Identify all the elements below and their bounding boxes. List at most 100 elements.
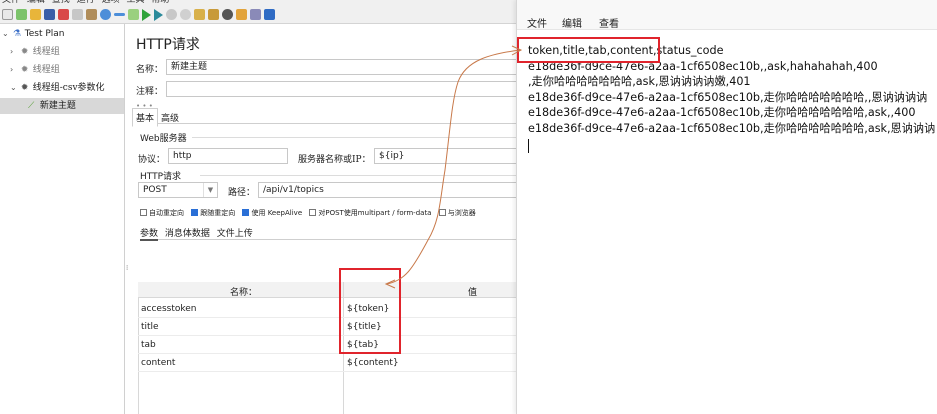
reset-search-icon[interactable]: [236, 9, 247, 20]
jmeter-toolbar: [0, 6, 520, 24]
function-helper-icon[interactable]: [250, 9, 261, 20]
server-field[interactable]: ${ip}: [374, 148, 520, 164]
tab-advanced[interactable]: 高级: [158, 109, 182, 126]
comment-label: 注释：: [136, 87, 164, 97]
table-row[interactable]: tab ${tab}: [138, 336, 520, 354]
gear-icon: ✹: [20, 83, 29, 93]
notepad-titlebar[interactable]: [517, 0, 937, 12]
method-select[interactable]: POST ▼: [138, 182, 218, 198]
tree-item-label: 新建主题: [39, 101, 76, 111]
column-header-name: 名称：: [230, 288, 258, 298]
checkbox-label: 使用 KeepAlive: [251, 209, 303, 217]
tree-item-thread-group-1[interactable]: › ✹ 线程组: [10, 44, 60, 60]
chevron-right-icon[interactable]: ›: [10, 62, 18, 78]
tree-item-label: 线程组: [32, 65, 60, 75]
follow-redirects-checkbox[interactable]: [191, 209, 199, 216]
comment-field[interactable]: [166, 81, 520, 97]
protocol-field[interactable]: http: [168, 148, 288, 164]
gear-icon: ✹: [20, 65, 29, 75]
section-divider: [200, 175, 520, 176]
menu-tools[interactable]: 工具: [126, 0, 144, 5]
http-request-title: HTTP请求: [140, 172, 182, 182]
tree-item-label: 线程组: [32, 47, 60, 57]
section-divider: [192, 137, 520, 138]
param-value[interactable]: ${content}: [347, 358, 399, 368]
tree-item-thread-group-2[interactable]: › ✹ 线程组: [10, 62, 60, 78]
toggle-icon[interactable]: [128, 9, 139, 20]
server-label: 服务器名称或IP：: [298, 155, 371, 165]
start-no-pause-icon[interactable]: [154, 8, 163, 21]
shutdown-icon[interactable]: [180, 9, 191, 20]
http-request-panel: HTTP请求 名称： 新建主题 注释： • • • 基本 高级 Web服务器 协议…: [126, 24, 520, 414]
menu-edit[interactable]: 编辑: [562, 15, 582, 30]
tab-body-data[interactable]: 消息体数据: [165, 229, 210, 239]
menu-find[interactable]: 查找: [52, 0, 70, 5]
param-name[interactable]: content: [141, 358, 175, 368]
checkbox-label: 与浏览器: [447, 209, 476, 217]
checkbox-label: 自动重定向: [149, 209, 184, 217]
param-name[interactable]: title: [141, 322, 159, 332]
copy-icon[interactable]: [72, 9, 83, 20]
checkbox-label: 对POST使用multipart / form-data: [318, 209, 432, 217]
keepalive-checkbox[interactable]: [242, 209, 250, 216]
menu-view[interactable]: 查看: [599, 15, 619, 30]
tree-item-label: Test Plan: [24, 29, 65, 39]
checkbox-label: 跟随重定向: [200, 209, 236, 217]
clear-icon[interactable]: [194, 9, 205, 20]
menu-file[interactable]: 文件: [2, 0, 20, 5]
tab-files-upload[interactable]: 文件上传: [217, 229, 253, 239]
web-server-title: Web服务器: [140, 134, 187, 144]
name-label: 名称：: [136, 65, 164, 75]
menu-file[interactable]: 文件: [527, 15, 547, 30]
method-value: POST: [143, 185, 167, 195]
param-name[interactable]: tab: [141, 340, 156, 350]
highlight-csv-header: [517, 37, 660, 63]
text-caret: [528, 139, 529, 153]
request-options: 自动重定向 跟随重定向 使用 KeepAlive 对POST使用multipar…: [140, 208, 481, 218]
test-plan-tree: ⌄ ⚗ Test Plan › ✹ 线程组 › ✹ 线程组 ⌄ ✹ 线程组-cs…: [0, 24, 125, 414]
cut-icon[interactable]: [58, 9, 69, 20]
clear-all-icon[interactable]: [208, 9, 219, 20]
chevron-down-icon[interactable]: ⌄: [10, 80, 18, 96]
expand-icon[interactable]: [100, 9, 111, 20]
table-row[interactable]: title ${title}: [138, 318, 520, 336]
chevron-right-icon[interactable]: ›: [10, 44, 18, 60]
multipart-checkbox[interactable]: [309, 209, 317, 216]
panel-resize-handle[interactable]: ⁞: [126, 264, 128, 272]
tree-item-http-request[interactable]: ⟋ 新建主题: [0, 98, 124, 114]
name-field[interactable]: 新建主题: [166, 59, 520, 75]
table-row[interactable]: accesstoken ${token}: [138, 300, 520, 318]
highlight-param-values: [339, 268, 401, 354]
path-field[interactable]: /api/v1/topics: [258, 182, 520, 198]
stop-icon[interactable]: [166, 9, 177, 20]
tree-item-thread-group-csv[interactable]: ⌄ ✹ 线程组-csv参数化: [10, 80, 105, 96]
menu-edit[interactable]: 编辑: [27, 0, 45, 5]
menu-run[interactable]: 运行: [77, 0, 95, 5]
menu-help[interactable]: 帮助: [151, 0, 169, 5]
menu-options[interactable]: 选项: [102, 0, 120, 5]
tree-item-test-plan[interactable]: ⌄ ⚗ Test Plan: [2, 26, 64, 42]
request-body-tabs: 参数 消息体数据 文件上传: [140, 226, 520, 241]
help-icon[interactable]: [264, 9, 275, 20]
text-line: ,走你哈哈哈哈哈哈哈,ask,恩讷讷讷讷嫩,401: [528, 75, 751, 88]
parameters-table: 名称： 值 accesstoken ${token} title ${title…: [138, 282, 520, 414]
new-icon[interactable]: [2, 9, 13, 20]
save-icon[interactable]: [44, 9, 55, 20]
column-header-value: 值: [468, 288, 478, 298]
table-row[interactable]: content ${content}: [138, 354, 520, 372]
gear-icon: ✹: [20, 47, 29, 57]
chevron-down-icon[interactable]: ⌄: [2, 26, 10, 42]
search-icon[interactable]: [222, 9, 233, 20]
open-icon[interactable]: [30, 9, 41, 20]
collapse-icon[interactable]: [114, 13, 125, 16]
param-name[interactable]: accesstoken: [141, 304, 197, 314]
paste-icon[interactable]: [86, 9, 97, 20]
follow-auto-redirect-checkbox[interactable]: [140, 209, 147, 216]
chevron-down-icon[interactable]: ▼: [203, 183, 217, 197]
templates-icon[interactable]: [16, 9, 27, 20]
tab-basic[interactable]: 基本: [132, 108, 159, 127]
start-icon[interactable]: [142, 8, 151, 21]
notepad-menubar: 文件 编辑 查看: [517, 12, 937, 30]
browser-compatible-checkbox[interactable]: [438, 209, 446, 216]
tab-parameters[interactable]: 参数: [140, 229, 159, 241]
